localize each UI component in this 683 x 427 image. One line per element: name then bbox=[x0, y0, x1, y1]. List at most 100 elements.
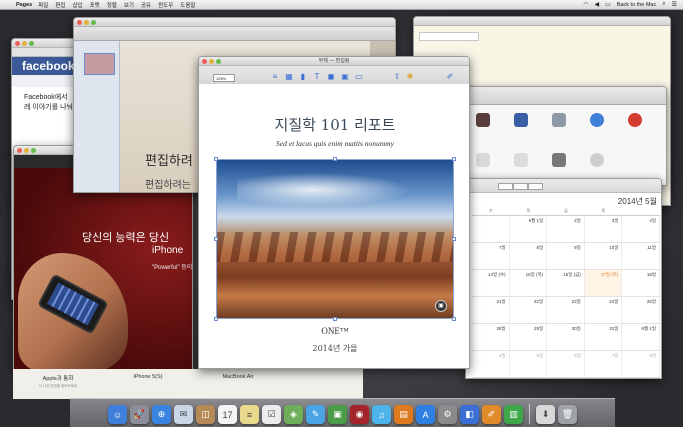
calendar-day[interactable]: 23일 bbox=[547, 297, 585, 323]
calendar-day[interactable]: 14일 (수) bbox=[472, 270, 510, 296]
pref-sound[interactable] bbox=[582, 153, 612, 169]
downloads-icon[interactable]: ⬇ bbox=[536, 405, 555, 424]
insert-button[interactable]: ≡ bbox=[269, 72, 281, 81]
strip-item[interactable]: iPhone 5(S) bbox=[103, 369, 193, 399]
calendar-day[interactable]: 7일 bbox=[585, 351, 623, 377]
close-button[interactable] bbox=[17, 148, 22, 153]
menu-window[interactable]: 윈도우 bbox=[158, 1, 173, 9]
menu-app-name[interactable]: Pages bbox=[16, 2, 32, 8]
resize-handle[interactable] bbox=[333, 157, 337, 161]
calendar-day[interactable]: 10일 bbox=[585, 243, 623, 269]
calendar-day[interactable]: 9일 bbox=[547, 243, 585, 269]
document-title[interactable]: 지질학 101 리포트 bbox=[199, 114, 469, 135]
calendar-day[interactable]: 18일 bbox=[622, 270, 660, 296]
calendar-day-today[interactable]: 17일 (토) bbox=[584, 270, 623, 296]
maps-icon[interactable]: ◈ bbox=[284, 405, 303, 424]
keynote-icon[interactable]: ◧ bbox=[460, 405, 479, 424]
pref-energy[interactable] bbox=[506, 153, 536, 169]
calendar-day[interactable]: 29일 bbox=[510, 324, 548, 350]
document-organization[interactable]: ONE™ bbox=[199, 326, 469, 336]
mail-icon[interactable]: ✉ bbox=[174, 405, 193, 424]
calendar-day[interactable]: 7일 bbox=[472, 243, 510, 269]
strip-item[interactable]: MacBook Air bbox=[193, 369, 283, 399]
pref-mission-control[interactable] bbox=[506, 113, 536, 129]
reminders-icon[interactable]: ☑ bbox=[262, 405, 281, 424]
notification-center-icon[interactable]: ☰ bbox=[672, 1, 677, 8]
calendar-day[interactable]: 15일 (목) bbox=[510, 270, 548, 296]
calendar-day[interactable]: 28일 bbox=[472, 324, 510, 350]
view-week-button[interactable] bbox=[513, 183, 528, 190]
resize-handle[interactable] bbox=[214, 317, 218, 321]
pref-desktop[interactable] bbox=[468, 113, 498, 129]
calendar-day[interactable]: 31일 bbox=[585, 324, 623, 350]
calendar-day[interactable] bbox=[472, 216, 510, 242]
calendar-day[interactable]: 30일 bbox=[547, 324, 585, 350]
pref-notifications[interactable] bbox=[620, 113, 650, 129]
notes-search-field[interactable] bbox=[419, 32, 479, 41]
table-button[interactable]: ▦ bbox=[283, 72, 295, 81]
photo-booth-icon[interactable]: ◉ bbox=[350, 405, 369, 424]
media-replace-icon[interactable]: ▣ bbox=[435, 300, 447, 312]
resize-handle[interactable] bbox=[452, 317, 456, 321]
slide-thumbnail[interactable] bbox=[84, 53, 115, 75]
numbers-icon[interactable]: ▥ bbox=[504, 405, 523, 424]
view-month-button[interactable] bbox=[528, 183, 543, 190]
document-subtitle[interactable]: Sed et lacus quis enim mattis nonummy bbox=[199, 139, 469, 148]
calendar-day[interactable]: 16일 (금) bbox=[547, 270, 585, 296]
battery-icon[interactable]: ▭ bbox=[605, 1, 611, 8]
launchpad-icon[interactable]: 🚀 bbox=[130, 405, 149, 424]
spotlight-icon[interactable]: ⌕ bbox=[662, 1, 665, 8]
zoom-button[interactable] bbox=[31, 148, 36, 153]
calendar-day[interactable]: 6일 bbox=[547, 351, 585, 377]
system-prefs-icon[interactable]: ⚙ bbox=[438, 405, 457, 424]
menu-help[interactable]: 도움말 bbox=[180, 1, 195, 9]
close-button[interactable] bbox=[15, 41, 20, 46]
resize-handle[interactable] bbox=[214, 237, 218, 241]
messages-icon[interactable]: ✎ bbox=[306, 405, 325, 424]
calendar-day[interactable]: 24일 bbox=[585, 297, 623, 323]
menu-share[interactable]: 공유 bbox=[141, 1, 151, 9]
pref-display[interactable] bbox=[468, 153, 498, 169]
app-store-icon[interactable]: A bbox=[416, 405, 435, 424]
pages-icon[interactable]: ✐ bbox=[482, 405, 501, 424]
zoom-button[interactable] bbox=[29, 41, 34, 46]
strip-item[interactable]: Apple과 통화 더 나은 방법을 찾아보세요 bbox=[13, 369, 103, 399]
calendar-day[interactable]: 22일 bbox=[510, 297, 548, 323]
comment-button[interactable]: ▭ bbox=[353, 72, 365, 81]
format-button[interactable]: ✐ bbox=[444, 72, 456, 81]
menu-format[interactable]: 포맷 bbox=[90, 1, 100, 9]
wifi-icon[interactable]: ◠ bbox=[583, 1, 588, 8]
ibooks-icon[interactable]: ▤ bbox=[394, 405, 413, 424]
calendar-day[interactable]: 4일 bbox=[622, 216, 660, 242]
calendar-day[interactable]: 3일 bbox=[585, 216, 623, 242]
menubar-right-text[interactable]: Back to the Mac bbox=[617, 2, 656, 8]
notes-icon[interactable]: ≡ bbox=[240, 405, 259, 424]
close-button[interactable] bbox=[202, 59, 207, 64]
document-page[interactable]: 지질학 101 리포트 Sed et lacus quis enim matti… bbox=[199, 84, 469, 368]
minimize-button[interactable] bbox=[209, 59, 214, 64]
text-button[interactable]: T bbox=[311, 72, 323, 81]
calendar-day[interactable]: 5월 1일 bbox=[510, 216, 548, 242]
close-button[interactable] bbox=[77, 20, 82, 25]
finder-icon[interactable]: ☺ bbox=[108, 405, 127, 424]
trash-icon[interactable]: 🗑 bbox=[558, 405, 577, 424]
calendar-day[interactable]: 6월 1일 bbox=[622, 324, 660, 350]
shape-button[interactable]: ◼ bbox=[325, 72, 337, 81]
calendar-day[interactable]: 2일 bbox=[547, 216, 585, 242]
view-day-button[interactable] bbox=[498, 183, 513, 190]
resize-handle[interactable] bbox=[452, 237, 456, 241]
minimize-button[interactable] bbox=[84, 20, 89, 25]
zoom-popup[interactable]: 125% bbox=[213, 74, 235, 82]
menu-insert[interactable]: 삽입 bbox=[72, 1, 82, 9]
tips-button[interactable]: ✺ bbox=[404, 72, 416, 81]
facetime-icon[interactable]: ▣ bbox=[328, 405, 347, 424]
contacts-icon[interactable]: ◫ bbox=[196, 405, 215, 424]
calendar-day[interactable]: 11일 bbox=[622, 243, 660, 269]
safari-icon[interactable]: ⊕ bbox=[152, 405, 171, 424]
zoom-button[interactable] bbox=[216, 59, 221, 64]
calendar-day[interactable]: 21일 bbox=[472, 297, 510, 323]
calendar-day[interactable]: 8일 bbox=[510, 243, 548, 269]
resize-handle[interactable] bbox=[333, 317, 337, 321]
share-button[interactable]: ⇪ bbox=[391, 72, 403, 81]
calendar-day[interactable]: 5일 bbox=[510, 351, 548, 377]
